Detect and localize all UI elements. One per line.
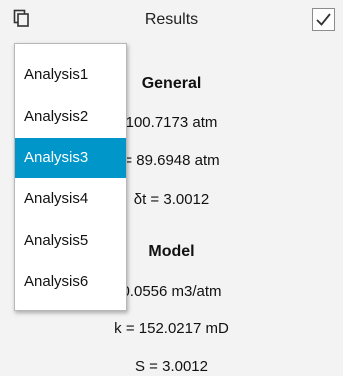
results-header: Results — [0, 0, 343, 36]
menu-item-analysis3[interactable]: Analysis3 — [15, 138, 126, 178]
menu-item-analysis6[interactable]: Analysis6 — [15, 262, 126, 302]
menu-item-analysis5[interactable]: Analysis5 — [15, 221, 126, 261]
model-result-line: k = 152.0217 mD — [114, 320, 229, 337]
menu-item-analysis2[interactable]: Analysis2 — [15, 97, 126, 137]
results-panel: General 100.7173 atm = 89.6948 atm δt = … — [0, 0, 343, 376]
model-result-line: S = 3.0012 — [135, 358, 208, 375]
checkmark-icon — [316, 13, 331, 26]
menu-item-analysis4[interactable]: Analysis4 — [15, 179, 126, 219]
panel-title: Results — [144, 11, 199, 28]
analysis-dropdown-menu: Analysis1 Analysis2 Analysis3 Analysis4 … — [14, 43, 127, 311]
menu-item-analysis1[interactable]: Analysis1 — [15, 55, 126, 95]
results-checkbox[interactable] — [312, 8, 335, 31]
